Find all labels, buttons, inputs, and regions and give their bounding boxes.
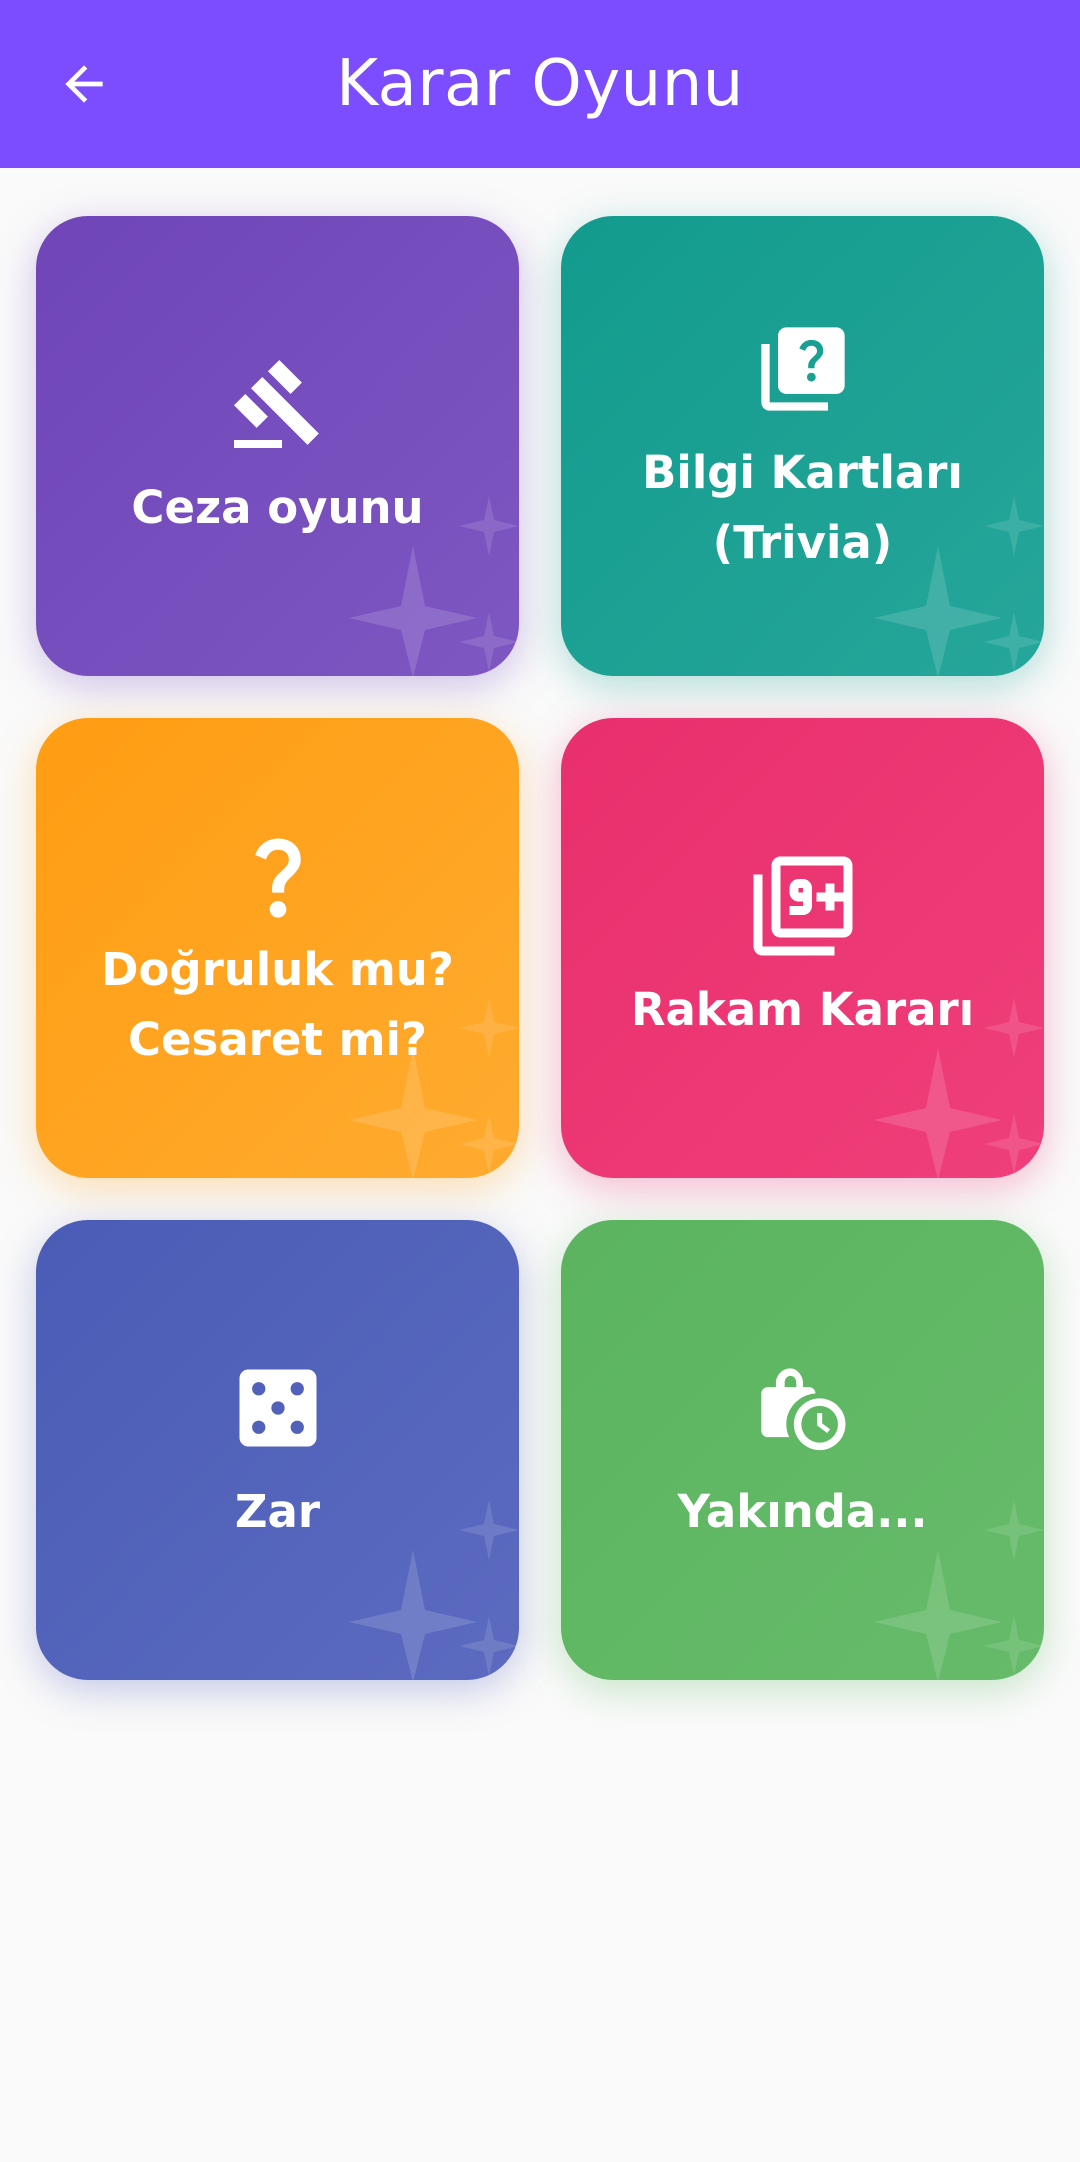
back-button[interactable] <box>40 40 128 128</box>
app-bar: Karar Oyunu <box>0 0 1080 168</box>
dice-icon <box>223 1353 333 1463</box>
card-yakinda[interactable]: Yakında... <box>561 1220 1044 1680</box>
card-label: Bilgi Kartları (Trivia) <box>642 446 963 569</box>
page-title: Karar Oyunu <box>336 47 744 121</box>
card-label-line2: Cesaret mi? <box>127 1013 427 1066</box>
card-label: Yakında... <box>677 1485 928 1538</box>
card-label: Doğruluk mu? Cesaret mi? <box>93 935 462 1075</box>
question-mark-icon <box>223 821 333 931</box>
card-rakam-karari[interactable]: Rakam Kararı <box>561 718 1044 1178</box>
card-zar[interactable]: Zar <box>36 1220 519 1680</box>
gavel-icon <box>223 349 333 459</box>
card-label: Ceza oyunu <box>131 481 424 534</box>
card-label: Rakam Kararı <box>630 983 975 1036</box>
filter-9-plus-icon <box>748 851 858 961</box>
arrow-back-icon <box>65 65 103 103</box>
card-label: Zar <box>234 1485 321 1538</box>
sparkle-decoration <box>349 1500 519 1680</box>
card-label-line1: Doğruluk mu? <box>101 943 454 996</box>
card-ceza-oyunu[interactable]: Ceza oyunu <box>36 216 519 676</box>
pending-actions-icon <box>748 1353 858 1463</box>
quiz-icon <box>748 314 858 424</box>
card-dogruluk-cesaret[interactable]: Doğruluk mu? Cesaret mi? <box>36 718 519 1178</box>
card-bilgi-kartlari[interactable]: Bilgi Kartları (Trivia) <box>561 216 1044 676</box>
